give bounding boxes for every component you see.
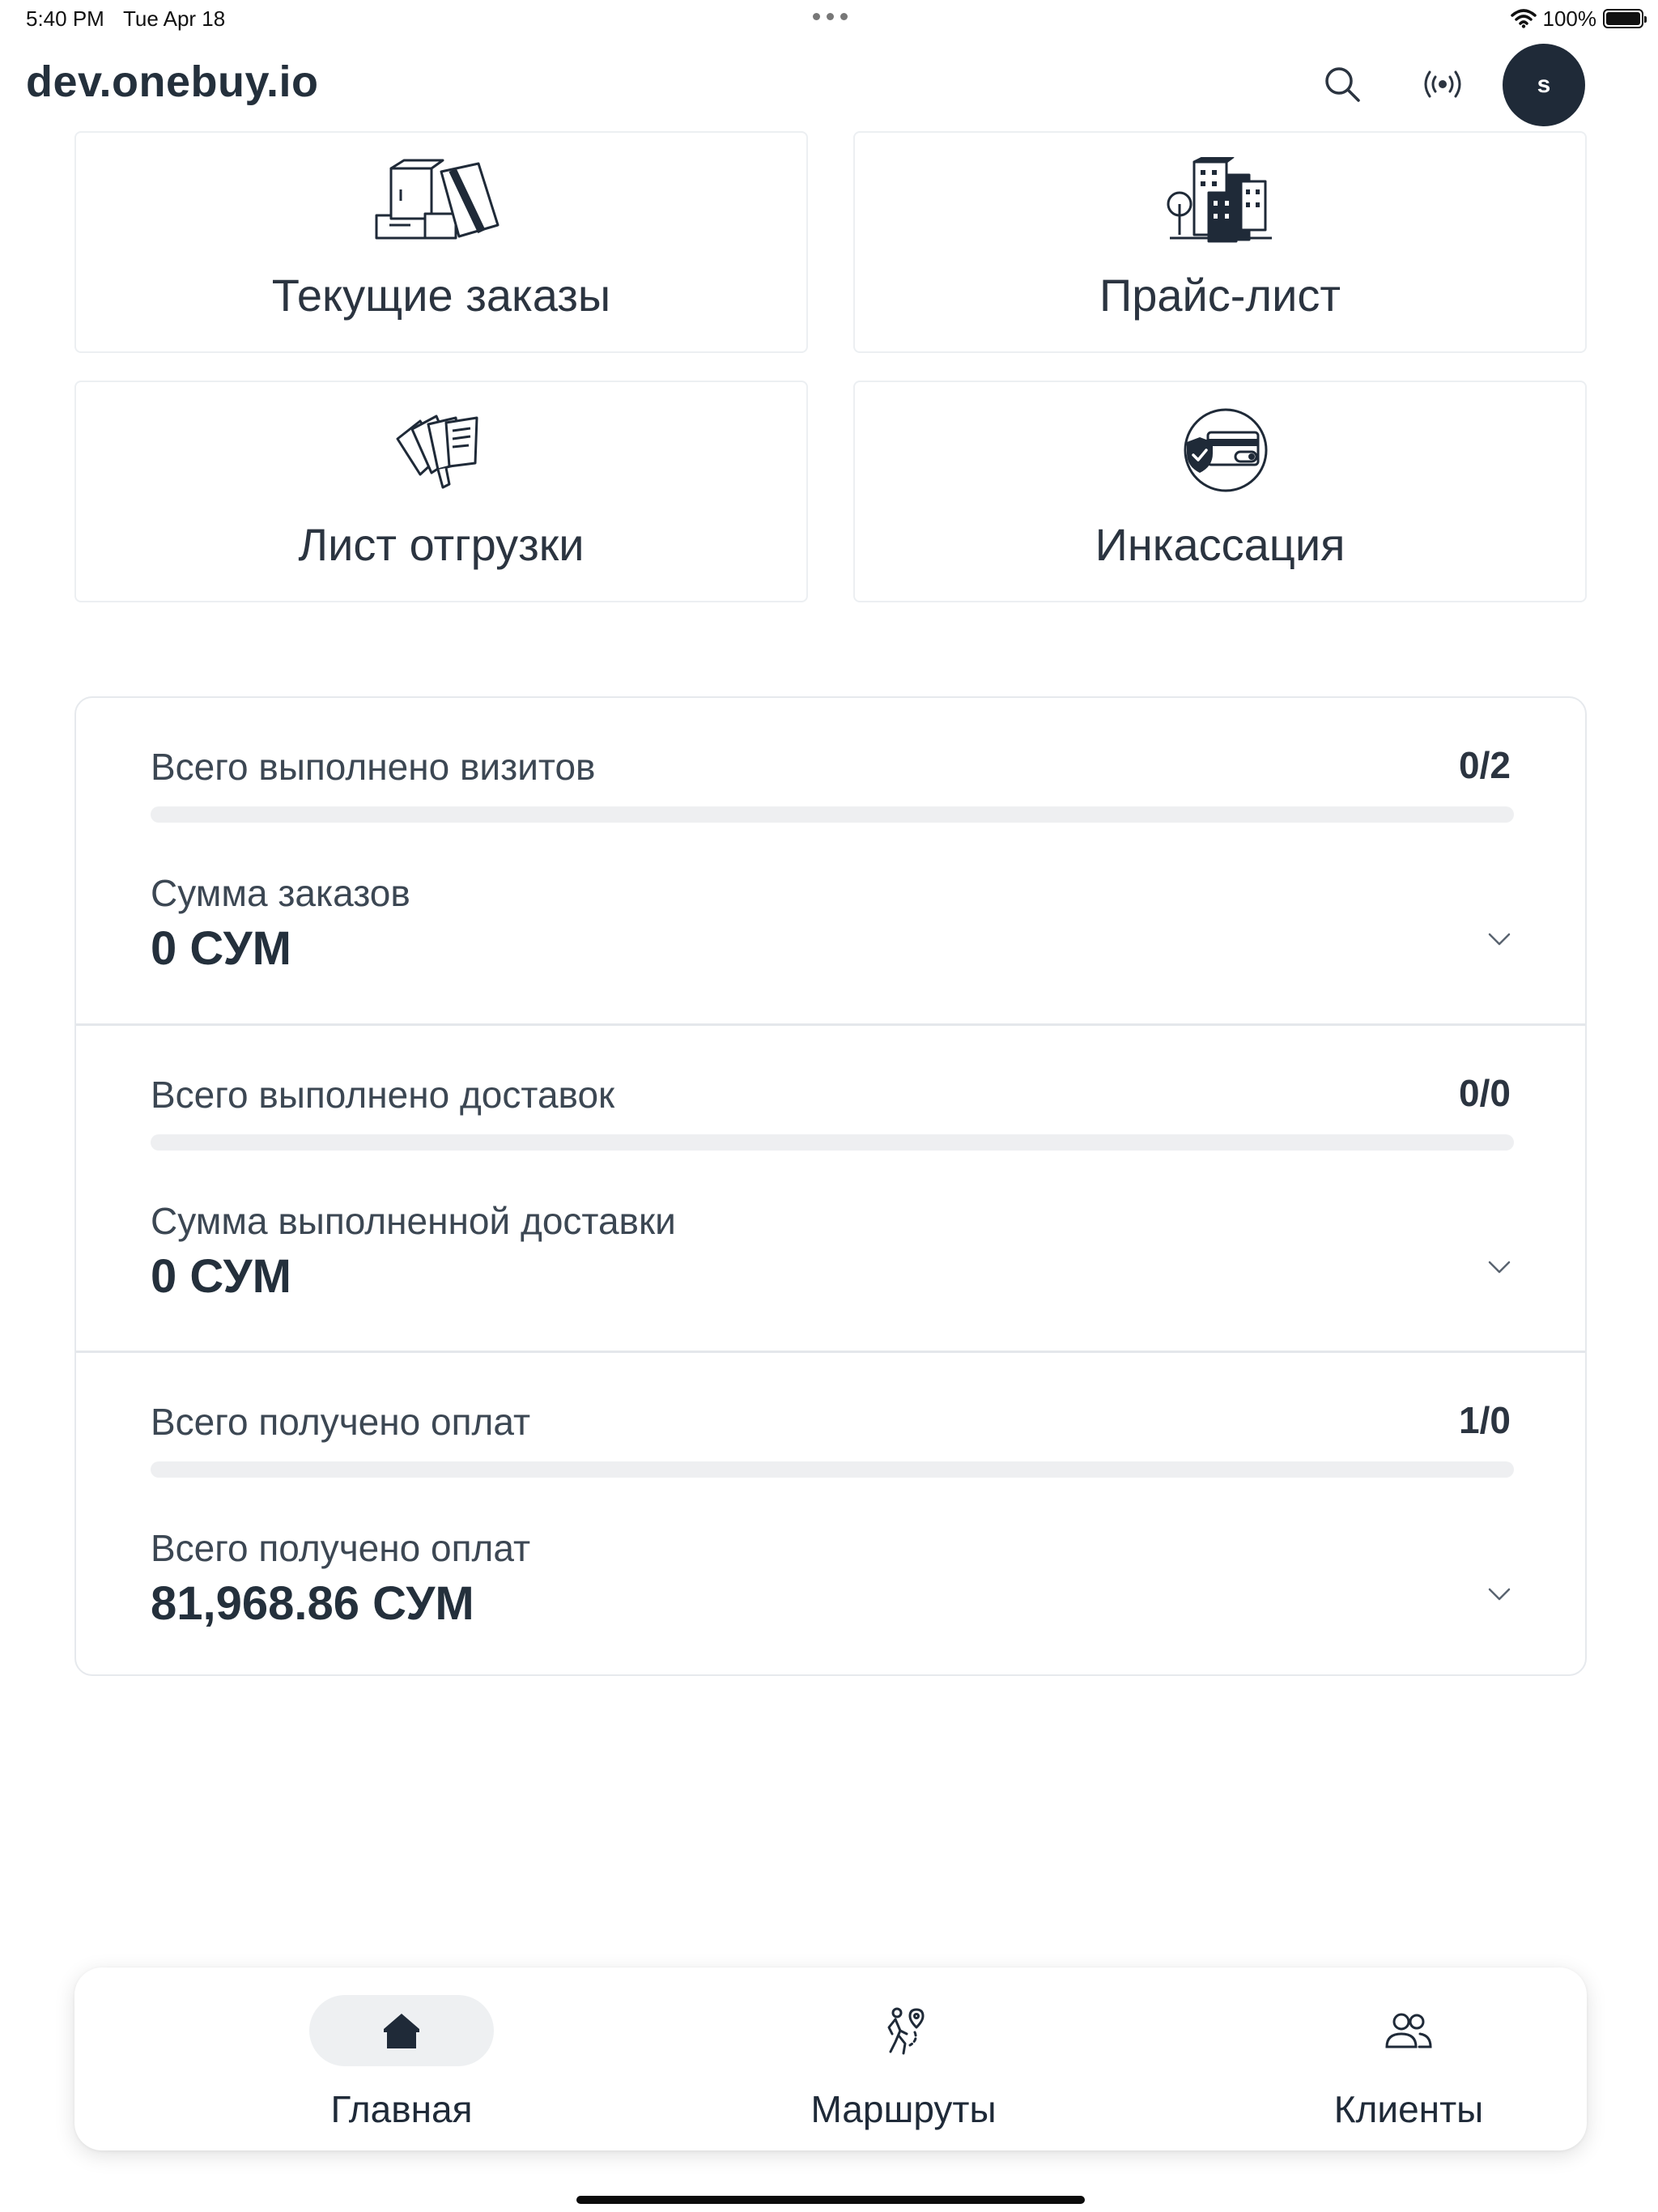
buildings-icon <box>1167 157 1272 243</box>
site-title: dev.onebuy.io <box>26 57 319 106</box>
status-time: 5:40 PM <box>26 6 104 31</box>
tile-label: Инкассация <box>1095 519 1346 570</box>
tile-price-list[interactable]: Прайс-лист <box>853 131 1587 353</box>
tile-collection[interactable]: Инкассация <box>853 381 1587 602</box>
sum-value: 0 СУМ <box>151 922 291 975</box>
battery-percent: 100% <box>1542 6 1597 31</box>
stat-label: Всего выполнено визитов <box>151 746 596 788</box>
chevron-down-icon <box>1488 933 1511 946</box>
nav-label: Главная <box>330 2088 473 2130</box>
home-indicator[interactable] <box>576 2196 1085 2204</box>
sum-label: Всего получено оплат <box>151 1527 531 1569</box>
secure-card-icon <box>1184 408 1268 492</box>
nav-item-clients[interactable]: Клиенты <box>1198 1967 1619 2150</box>
expand-button[interactable] <box>1483 1578 1516 1610</box>
sum-value: 0 СУМ <box>151 1250 291 1303</box>
status-indicators: 100% <box>1510 5 1647 32</box>
home-icon <box>384 2014 419 2048</box>
broadcast-button[interactable] <box>1401 42 1485 126</box>
avatar[interactable]: s <box>1503 44 1585 126</box>
stat-ratio: 0/2 <box>1459 744 1511 786</box>
documents-icon <box>396 415 478 489</box>
users-icon <box>1385 2013 1432 2048</box>
expand-button[interactable] <box>1483 1251 1516 1283</box>
stat-ratio: 1/0 <box>1459 1399 1511 1441</box>
multitasking-dots-icon[interactable] <box>813 8 848 24</box>
wifi-icon <box>1510 9 1537 28</box>
visits-stats: Всего выполнено визитов 0/2 Сумма заказо… <box>76 698 1585 1023</box>
app-screen: 5:40 PM Tue Apr 18 100% dev.onebuy.io s … <box>0 0 1658 2212</box>
walking-route-icon <box>887 2007 925 2055</box>
expand-button[interactable] <box>1483 923 1516 955</box>
progress-bar <box>151 1461 1514 1478</box>
progress-bar <box>151 1134 1514 1151</box>
stats-card: Всего выполнено визитов 0/2 Сумма заказо… <box>74 696 1587 1676</box>
payments-stats: Всего получено оплат 1/0 Всего получено … <box>76 1351 1585 1674</box>
bottom-nav: Главная Маршруты Клиенты <box>74 1967 1587 2150</box>
boxes-icon <box>375 159 500 240</box>
nav-label: Маршруты <box>810 2088 997 2130</box>
status-bar: 5:40 PM Tue Apr 18 100% <box>0 0 1658 39</box>
sum-label: Сумма выполненной доставки <box>151 1200 676 1242</box>
tile-label: Прайс-лист <box>1099 270 1341 321</box>
status-date: Tue Apr 18 <box>123 6 226 31</box>
search-icon <box>1325 67 1360 102</box>
tile-current-orders[interactable]: Текущие заказы <box>74 131 808 353</box>
search-button[interactable] <box>1300 42 1384 126</box>
sum-value: 81,968.86 СУМ <box>151 1577 474 1630</box>
stat-label: Всего выполнено доставок <box>151 1074 615 1116</box>
sum-label: Сумма заказов <box>151 872 410 914</box>
tile-label: Лист отгрузки <box>298 519 585 570</box>
chevron-down-icon <box>1488 1588 1511 1601</box>
broadcast-icon <box>1424 70 1461 98</box>
nav-item-home[interactable]: Главная <box>191 1967 612 2150</box>
deliveries-stats: Всего выполнено доставок 0/0 Сумма выпол… <box>76 1023 1585 1349</box>
chevron-down-icon <box>1488 1261 1511 1274</box>
battery-icon <box>1603 9 1647 28</box>
nav-label: Клиенты <box>1333 2088 1484 2130</box>
nav-item-routes[interactable]: Маршруты <box>693 1967 1114 2150</box>
progress-bar <box>151 806 1514 823</box>
tile-label: Текущие заказы <box>271 270 611 321</box>
stat-label: Всего получено оплат <box>151 1401 531 1443</box>
tile-shipping-sheet[interactable]: Лист отгрузки <box>74 381 808 602</box>
stat-ratio: 0/0 <box>1459 1072 1511 1114</box>
